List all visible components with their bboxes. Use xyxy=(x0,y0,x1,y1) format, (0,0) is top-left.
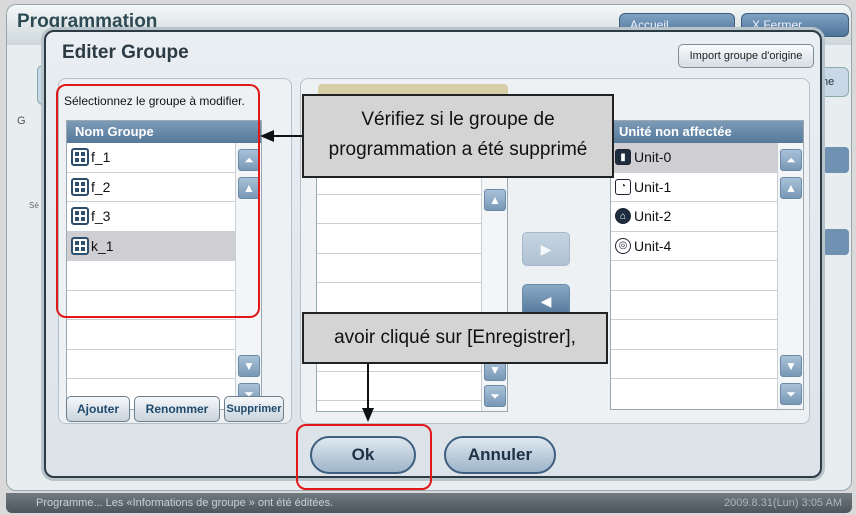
empty-row xyxy=(611,320,777,350)
rename-group-button[interactable]: Renommer xyxy=(134,396,220,422)
highlight-group-list xyxy=(56,84,260,318)
unit-row[interactable]: ◔ Unit-1 xyxy=(611,173,777,202)
empty-row xyxy=(317,254,481,283)
assigned-list-scrollbar[interactable]: ▲ ▼ ⏷ xyxy=(481,165,507,411)
callout-check-deleted: Vérifiez si le groupe de programmation a… xyxy=(302,94,614,178)
dialog-title: Editer Groupe xyxy=(62,42,189,63)
import-original-group-button[interactable]: Import groupe d'origine xyxy=(678,44,814,68)
assign-arrow-right-button[interactable]: ▶ xyxy=(522,232,570,266)
assigned-unit-list: ▲ ▼ ⏷ xyxy=(316,164,508,412)
empty-row xyxy=(317,372,481,401)
empty-row xyxy=(67,350,235,379)
indoor-unit-icon: ▮ xyxy=(615,149,631,166)
house-unit-icon: ⌂ xyxy=(615,208,631,225)
unit-row[interactable]: ⌂ Unit-2 xyxy=(611,202,777,232)
background-right-button[interactable] xyxy=(823,147,849,173)
background-tab-right[interactable]: ne xyxy=(819,67,849,97)
scroll-up-icon[interactable]: ▲ xyxy=(780,177,802,199)
callout-after-save: avoir cliqué sur [Enregistrer], xyxy=(302,312,608,364)
unit-row[interactable]: ◎ Unit-4 xyxy=(611,232,777,261)
add-group-button[interactable]: Ajouter xyxy=(66,396,130,422)
highlight-ok-button xyxy=(296,424,432,490)
scroll-up-icon[interactable]: ▲ xyxy=(484,189,506,211)
background-side-label: G xyxy=(17,115,26,127)
unassigned-unit-list: Unité non affectée ▮ Unit-0 ◔ Unit-1 ⌂ Unit… xyxy=(610,120,804,410)
empty-row xyxy=(67,320,235,350)
status-message: Programme... Les «Informations de groupe… xyxy=(36,497,334,509)
unit-name: Unit-4 xyxy=(634,237,672,254)
status-bar: Programme... Les «Informations de groupe… xyxy=(6,493,852,513)
empty-row xyxy=(317,195,481,224)
status-time: 2009.8.31(Lun) 3:05 AM xyxy=(723,497,842,509)
scroll-down-icon[interactable]: ▼ xyxy=(238,355,260,377)
unit-name: Unit-0 xyxy=(634,149,672,166)
empty-row xyxy=(317,283,481,313)
scroll-bottom-icon[interactable]: ⏷ xyxy=(484,385,506,407)
ventilation-unit-icon: ◔ xyxy=(615,178,631,195)
background-side-label-small: Sé xyxy=(29,201,39,210)
awhp-unit-icon: ◎ xyxy=(615,237,631,254)
unit-list-scrollbar[interactable]: ⏶ ▲ ▼ ⏷ xyxy=(777,143,803,409)
scroll-bottom-icon[interactable]: ⏷ xyxy=(780,383,802,405)
scroll-top-icon[interactable]: ⏶ xyxy=(780,149,802,171)
cancel-button[interactable]: Annuler xyxy=(444,436,556,474)
background-right-button[interactable] xyxy=(823,229,849,255)
empty-row xyxy=(611,291,777,320)
empty-row xyxy=(611,350,777,379)
delete-group-button[interactable]: Supprimer xyxy=(224,396,284,422)
empty-row xyxy=(317,224,481,254)
unit-list-header: Unité non affectée xyxy=(611,121,803,143)
scroll-down-icon[interactable]: ▼ xyxy=(780,355,802,377)
empty-row xyxy=(611,261,777,291)
unit-name: Unit-2 xyxy=(634,208,672,225)
unit-row-selected[interactable]: ▮ Unit-0 xyxy=(611,143,777,173)
unit-name: Unit-1 xyxy=(634,178,672,195)
